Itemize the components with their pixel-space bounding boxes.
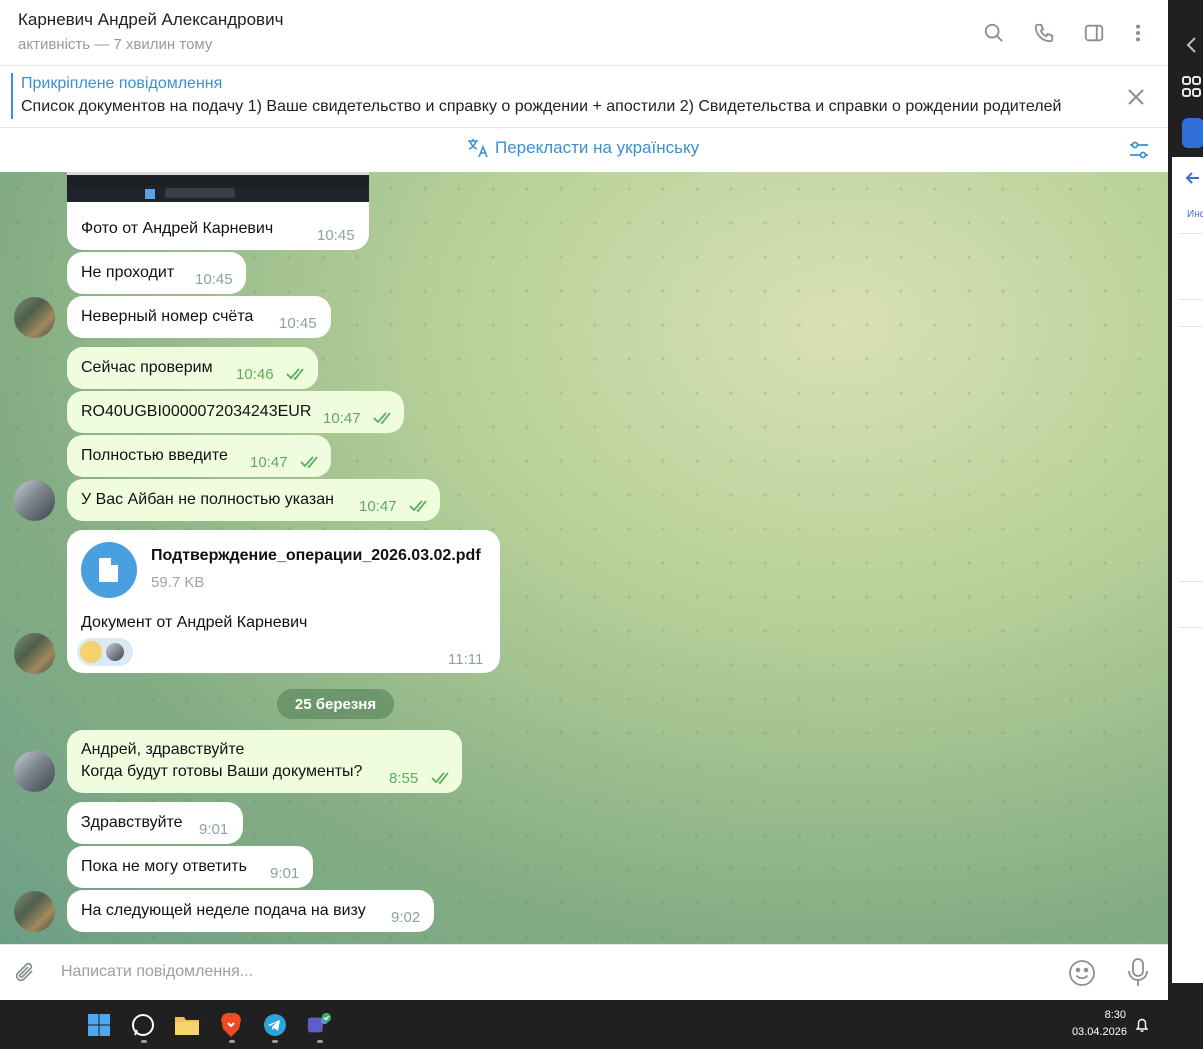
message-text: У Вас Айбан не полностью указан — [81, 491, 334, 508]
clock-time[interactable]: 8:30 — [1068, 1009, 1126, 1021]
emoji-icon[interactable] — [1068, 959, 1096, 987]
read-check-icon — [431, 772, 449, 784]
phone-icon[interactable] — [1031, 20, 1057, 46]
more-icon[interactable] — [1125, 20, 1151, 46]
file-name[interactable]: Подтверждение_операции_2026.03.02.pdf — [151, 547, 481, 565]
handshake-reaction-icon — [80, 641, 102, 663]
chat-title[interactable]: Карневич Андрей Александрович — [18, 10, 283, 30]
side-panel-label: Инф — [1187, 209, 1203, 220]
os-taskbar: 8:30 03.04.2026 — [0, 1000, 1203, 1049]
chat-header: Карневич Андрей Александрович активність… — [0, 0, 1168, 66]
read-check-icon — [373, 412, 391, 424]
message-text: RO40UGBI0000072034243EUR — [81, 403, 312, 420]
message-composer — [0, 944, 1168, 1000]
message-input[interactable] — [61, 959, 1041, 985]
message-text: Полностью введите — [81, 447, 228, 464]
message-time: 11:11 — [448, 651, 484, 668]
clock-date[interactable]: 03.04.2026 — [1061, 1026, 1127, 1038]
pinned-text: Список документов на подачу 1) Ваше свид… — [21, 98, 1062, 115]
reactor-avatar — [104, 641, 126, 663]
translate-icon — [468, 139, 488, 158]
notifications-icon[interactable] — [1135, 1017, 1149, 1033]
document-icon[interactable] — [81, 542, 137, 598]
chat-status: активність — 7 хвилин тому — [18, 36, 213, 53]
incoming-message[interactable]: Пока не могу ответить 9:01 — [67, 846, 313, 888]
message-text: Пока не могу ответить — [81, 858, 247, 875]
message-time: 9:01 — [199, 821, 229, 838]
message-text-line1: Андрей, здравствуйте — [81, 741, 245, 758]
message-time: 10:46 — [236, 366, 274, 383]
translate-settings-icon[interactable] — [1127, 138, 1151, 162]
outgoing-message[interactable]: Сейчас проверим 10:46 — [67, 347, 318, 389]
photo-caption: Фото от Андрей Карневич — [81, 220, 274, 237]
incoming-message[interactable]: На следующей неделе подача на визу 9:02 — [67, 890, 434, 932]
outgoing-message[interactable]: RO40UGBI0000072034243EUR 10:47 — [67, 391, 404, 433]
close-pinned-icon[interactable] — [1125, 86, 1147, 108]
pinned-accent-bar — [11, 73, 13, 119]
attach-icon[interactable] — [13, 959, 39, 987]
photo-preview[interactable] — [67, 172, 369, 202]
message-time: 10:45 — [317, 227, 355, 244]
sender-avatar[interactable] — [14, 297, 55, 338]
microphone-icon[interactable] — [1127, 957, 1149, 989]
translate-bar: Перекласти на українську — [0, 129, 1168, 172]
read-check-icon — [286, 368, 304, 380]
pinned-message[interactable]: Прикріплене повідомлення Список документ… — [0, 67, 1168, 128]
outgoing-message[interactable]: Андрей, здравствуйте Когда будут готовы … — [67, 730, 462, 793]
message-text-line2: Когда будут готовы Ваши документы? — [81, 763, 363, 780]
message-list[interactable]: Фото от Андрей Карневич 10:45 Не проходи… — [0, 172, 1168, 944]
whatsapp-icon[interactable] — [130, 1012, 156, 1038]
windows-start-icon[interactable] — [86, 1012, 112, 1038]
message-time: 10:47 — [359, 498, 397, 515]
sender-avatar[interactable] — [14, 633, 55, 674]
date-divider: 25 березня — [277, 689, 394, 719]
brave-browser-icon[interactable] — [218, 1012, 244, 1038]
sender-avatar[interactable] — [14, 891, 55, 932]
message-text: Здравствуйте — [81, 814, 183, 831]
search-icon[interactable] — [981, 20, 1007, 46]
file-caption: Документ от Андрей Карневич — [81, 614, 308, 631]
message-time: 10:47 — [250, 454, 288, 471]
incoming-message[interactable]: Здравствуйте 9:01 — [67, 802, 243, 844]
side-panel: Инф — [1172, 157, 1203, 983]
teams-icon[interactable] — [306, 1012, 332, 1038]
incoming-message[interactable]: Неверный номер счёта 10:45 — [67, 296, 331, 338]
read-check-icon — [409, 500, 427, 512]
reactions[interactable] — [77, 638, 133, 666]
message-text: Сейчас проверим — [81, 359, 213, 376]
pinned-title: Прикріплене повідомлення — [21, 75, 223, 92]
message-time: 10:45 — [195, 271, 233, 288]
outgoing-message[interactable]: У Вас Айбан не полностью указан 10:47 — [67, 479, 440, 521]
message-time: 10:45 — [279, 315, 317, 332]
message-text: Не проходит — [81, 264, 175, 281]
back-arrow-icon[interactable] — [1186, 171, 1200, 185]
sidebar-toggle-icon[interactable] — [1081, 20, 1107, 46]
message-time: 9:02 — [391, 909, 421, 926]
incoming-message[interactable]: Не проходит 10:45 — [67, 252, 246, 294]
my-avatar[interactable] — [14, 751, 55, 792]
apps-icon[interactable] — [1182, 76, 1202, 98]
translate-button[interactable]: Перекласти на українську — [467, 138, 699, 158]
my-avatar[interactable] — [14, 480, 55, 521]
background-window: Инф — [1168, 0, 1203, 1000]
telegram-window: Карневич Андрей Александрович активність… — [0, 0, 1168, 1000]
message-time: 10:47 — [323, 410, 361, 427]
file-explorer-icon[interactable] — [174, 1012, 200, 1038]
telegram-icon[interactable] — [262, 1012, 288, 1038]
app-logo-icon[interactable] — [1182, 118, 1203, 148]
translate-label: Перекласти на українську — [495, 138, 700, 157]
message-time: 8:55 — [389, 770, 419, 787]
chevron-left-icon[interactable] — [1184, 36, 1198, 54]
message-text: На следующей неделе подача на визу — [81, 902, 366, 919]
file-message[interactable]: Подтверждение_операции_2026.03.02.pdf 59… — [67, 530, 500, 673]
file-size: 59.7 KB — [151, 574, 205, 591]
outgoing-message[interactable]: Полностью введите 10:47 — [67, 435, 331, 477]
photo-message[interactable]: Фото от Андрей Карневич 10:45 — [67, 172, 369, 250]
read-check-icon — [300, 456, 318, 468]
message-time: 9:01 — [270, 865, 300, 882]
message-text: Неверный номер счёта — [81, 308, 254, 325]
